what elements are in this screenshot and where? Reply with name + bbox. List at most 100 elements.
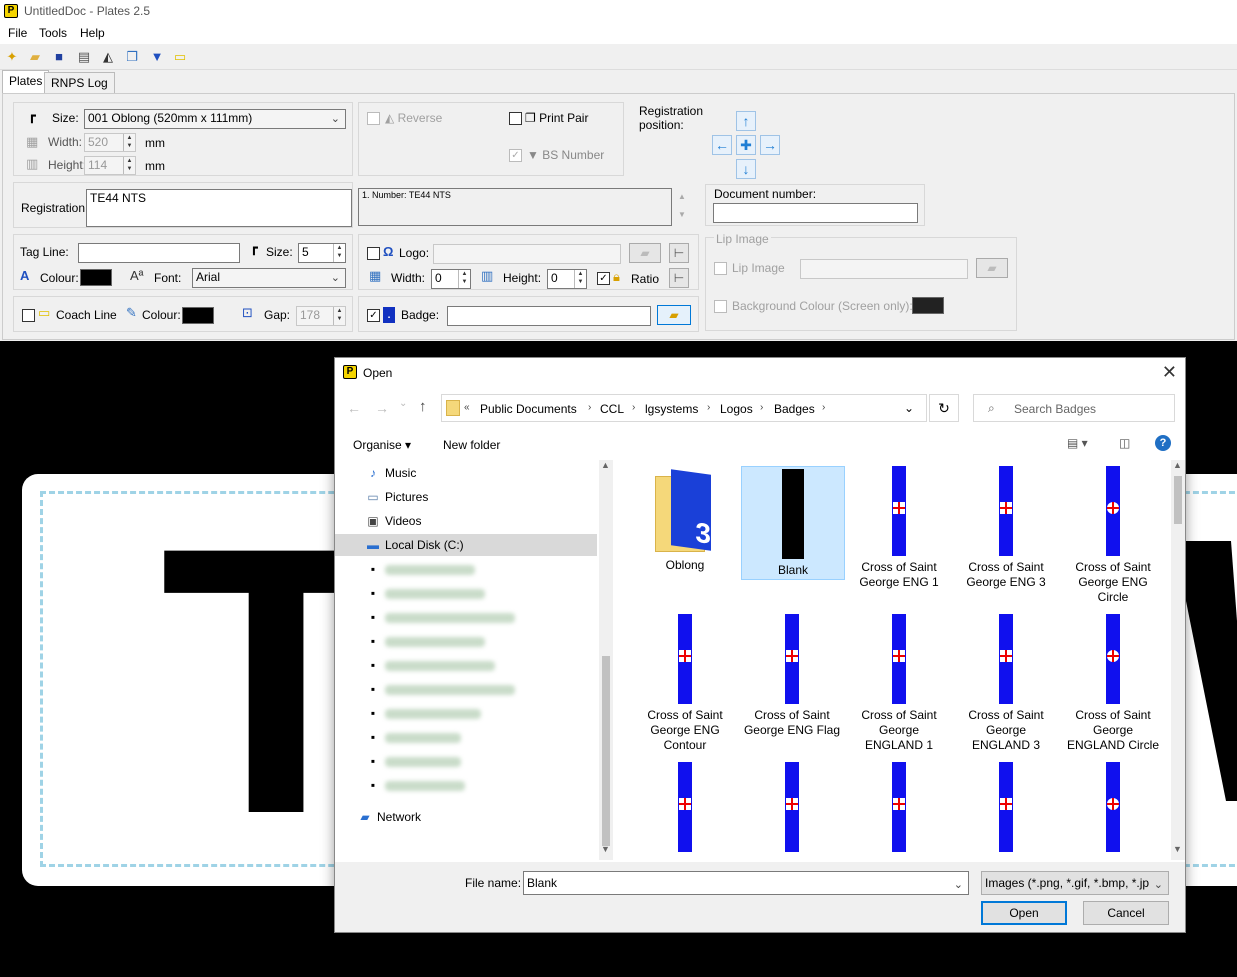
- file-tile-cross-england-3[interactable]: Cross of Saint George ENGLAND 3: [956, 614, 1056, 753]
- address-bar[interactable]: « Public Documents › CCL › lgsystems › L…: [441, 394, 927, 422]
- nav-item-music[interactable]: ♪ Music: [365, 462, 416, 484]
- open-folder-icon[interactable]: ▰: [27, 49, 43, 65]
- view-options-icon[interactable]: ▤ ▾: [1067, 436, 1088, 450]
- coach-colour-swatch[interactable]: [182, 307, 214, 324]
- recent-chevron-icon[interactable]: ⌄: [399, 398, 407, 409]
- nav-item-blurred-drive[interactable]: ▪: [365, 630, 485, 652]
- lip-image-browse-button[interactable]: ▰: [976, 258, 1008, 278]
- menu-file[interactable]: File: [8, 26, 27, 40]
- help-icon[interactable]: ?: [1155, 435, 1171, 451]
- center-button[interactable]: ✚: [736, 135, 756, 155]
- nav-item-blurred-drive[interactable]: ▪: [365, 582, 485, 604]
- badge-browse-button[interactable]: ▰: [657, 305, 691, 325]
- search-input[interactable]: Search Badges: [1014, 402, 1096, 416]
- menu-tools[interactable]: Tools: [39, 26, 67, 40]
- file-tile-cross-eng-circle[interactable]: Cross of Saint George ENG Circle: [1063, 466, 1163, 605]
- nav-item-blurred-drive[interactable]: ▪: [365, 558, 475, 580]
- file-tile-partial[interactable]: [635, 762, 735, 852]
- ratio-checkbox[interactable]: ✓: [597, 272, 610, 285]
- nav-item-blurred-drive[interactable]: ▪: [365, 702, 481, 724]
- nav-item-blurred-drive[interactable]: ▪: [365, 750, 461, 772]
- tag-size-spinner[interactable]: 5 ▲ ▼: [298, 243, 346, 263]
- tab-plates[interactable]: Plates: [2, 70, 50, 94]
- breadcrumb-ccl[interactable]: CCL: [600, 402, 624, 416]
- print-pair-checkbox[interactable]: [509, 112, 522, 125]
- scroll-up-icon[interactable]: ▲: [601, 460, 610, 470]
- reverse-checkbox[interactable]: [367, 112, 380, 125]
- mirror-icon[interactable]: ◭: [100, 49, 116, 65]
- badge-tool-icon[interactable]: ▭: [172, 49, 188, 65]
- nav-item-blurred-drive[interactable]: ▪: [365, 606, 515, 628]
- new-document-icon[interactable]: ✦: [4, 49, 20, 65]
- search-box[interactable]: ⌕ Search Badges: [973, 394, 1175, 422]
- file-tile-partial[interactable]: [956, 762, 1056, 852]
- nav-scrollbar[interactable]: ▲ ▼: [599, 460, 613, 860]
- font-combo[interactable]: Arial ⌄: [192, 268, 346, 288]
- background-colour-swatch[interactable]: [912, 297, 944, 314]
- log-scrollbar[interactable]: ▲ ▼: [675, 188, 689, 226]
- file-tile-cross-england-circle[interactable]: Cross of Saint George ENGLAND Circle: [1063, 614, 1163, 753]
- coach-line-checkbox[interactable]: [22, 309, 35, 322]
- nav-item-local-disk[interactable]: ▬ Local Disk (C:): [365, 534, 464, 556]
- menu-help[interactable]: Help: [80, 26, 105, 40]
- logo-height-spinner[interactable]: 0 ▲ ▼: [547, 269, 587, 289]
- file-tile-cross-eng-3[interactable]: Cross of Saint George ENG 3: [956, 466, 1056, 590]
- lip-image-path-input[interactable]: [800, 259, 968, 279]
- gap-spinner[interactable]: 178 ▲ ▼: [296, 306, 346, 326]
- close-icon[interactable]: ✕: [1162, 362, 1177, 383]
- logo-width-spinner[interactable]: 0 ▲ ▼: [431, 269, 471, 289]
- logo-browse-button[interactable]: ▰: [629, 243, 661, 263]
- open-button[interactable]: Open: [981, 901, 1067, 925]
- logo-path-input[interactable]: [433, 244, 621, 264]
- file-tile-cross-eng-1[interactable]: Cross of Saint George ENG 1: [849, 466, 949, 590]
- file-scrollbar-thumb[interactable]: [1174, 476, 1182, 524]
- scroll-up-icon[interactable]: ▲: [1173, 460, 1182, 470]
- breadcrumb-public-documents[interactable]: Public Documents: [480, 402, 577, 416]
- nav-item-pictures[interactable]: ▭ Pictures: [365, 486, 428, 508]
- size-combo[interactable]: 001 Oblong (520mm x 111mm) ⌄: [84, 109, 346, 129]
- badge-path-input[interactable]: [447, 306, 651, 326]
- nav-item-videos[interactable]: ▣ Videos: [365, 510, 421, 532]
- file-tile-blank[interactable]: Blank: [741, 466, 845, 580]
- preview-pane-icon[interactable]: ◫: [1119, 436, 1130, 450]
- breadcrumb-logos[interactable]: Logos: [720, 402, 753, 416]
- file-type-select[interactable]: Images (*.png, *.gif, *.bmp, *.jp ⌄: [981, 871, 1169, 895]
- logo-align-button[interactable]: ⊢: [669, 243, 689, 263]
- lip-image-checkbox[interactable]: [714, 262, 727, 275]
- file-name-input[interactable]: Blank ⌄: [523, 871, 969, 895]
- move-left-button[interactable]: ←: [712, 135, 732, 155]
- move-up-button[interactable]: ↑: [736, 111, 756, 131]
- file-tile-partial[interactable]: [849, 762, 949, 852]
- height-spinner[interactable]: 114 ▲ ▼: [84, 156, 136, 175]
- file-scrollbar[interactable]: ▲ ▼: [1171, 460, 1185, 860]
- organise-button[interactable]: Organise ▾: [353, 438, 411, 452]
- move-right-button[interactable]: →: [760, 135, 780, 155]
- nav-item-blurred-drive[interactable]: ▪: [365, 654, 495, 676]
- logo-align-button-2[interactable]: ⊢: [669, 268, 689, 288]
- filter-icon[interactable]: ▼: [149, 49, 165, 65]
- tag-colour-swatch[interactable]: [80, 269, 112, 286]
- breadcrumb-lgsystems[interactable]: lgsystems: [645, 402, 698, 416]
- badge-checkbox[interactable]: ✓: [367, 309, 380, 322]
- nav-item-blurred-drive[interactable]: ▪: [365, 774, 465, 796]
- background-colour-checkbox[interactable]: [714, 300, 727, 313]
- nav-item-blurred-drive[interactable]: ▪: [365, 726, 461, 748]
- up-icon[interactable]: ↑: [419, 398, 427, 415]
- tag-line-input[interactable]: [78, 243, 240, 263]
- tab-rnps-log[interactable]: RNPS Log: [44, 72, 115, 94]
- cancel-button[interactable]: Cancel: [1083, 901, 1169, 925]
- file-tile-oblong[interactable]: 3 Oblong: [635, 466, 735, 573]
- move-down-button[interactable]: ↓: [736, 159, 756, 179]
- copy-icon[interactable]: ❐: [124, 49, 140, 65]
- save-icon[interactable]: ■: [51, 49, 67, 65]
- logo-checkbox[interactable]: [367, 247, 380, 260]
- nav-scrollbar-thumb[interactable]: [602, 656, 610, 846]
- back-icon[interactable]: ←: [347, 400, 361, 416]
- nav-item-network[interactable]: ▰ Network: [357, 806, 421, 828]
- breadcrumb-badges[interactable]: Badges: [774, 402, 815, 416]
- file-tile-cross-eng-contour[interactable]: Cross of Saint George ENG Contour: [635, 614, 735, 753]
- document-number-input[interactable]: [713, 203, 918, 223]
- file-tile-cross-england-1[interactable]: Cross of Saint George ENGLAND 1: [849, 614, 949, 753]
- nav-item-blurred-drive[interactable]: ▪: [365, 678, 515, 700]
- forward-icon[interactable]: →: [375, 400, 389, 416]
